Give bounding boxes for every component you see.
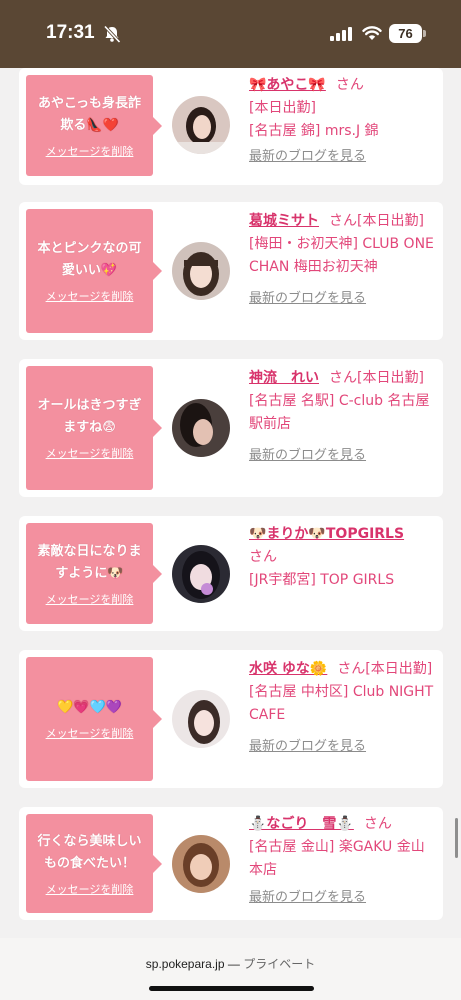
status-bar: 17:31 76 [0, 0, 461, 68]
message-bubble: 素敵な日になりますように🐶 メッセージを削除 [26, 523, 162, 624]
favorite-card: 行くなら美味しいもの食べたい！ メッセージを削除 ⛄なごり 雪⛄ さん [名古屋 … [19, 807, 443, 920]
cast-info: 水咲 ゆな🌼 さん[本日出勤] [名古屋 中村区] Club NIGHT CAFE… [249, 658, 437, 758]
cast-name-link[interactable]: 🐶まりか🐶TOPGIRLS [249, 526, 404, 542]
delete-message-link[interactable]: メッセージを削除 [46, 445, 134, 461]
private-mode-label: プライベート [243, 957, 316, 971]
delete-message-link[interactable]: メッセージを削除 [46, 143, 134, 159]
san-label: さん[本日出勤] [329, 213, 424, 229]
cast-detail: [本日出勤] [249, 100, 316, 116]
cast-detail: [名古屋 名駅] C-club 名古屋駅前店 [249, 393, 430, 432]
cast-info: 🎀あやこ🎀 さん [本日出勤] [名古屋 錦] mrs.J 錦 最新のブログを見る [249, 74, 437, 168]
url-display[interactable]: sp.pokepara.jp — プライベート [0, 955, 461, 972]
san-label: さん[本日出勤] [337, 661, 433, 677]
signal-icon [330, 27, 352, 41]
cast-info: 🐶まりか🐶TOPGIRLS さん [JR宇都宮] TOP GIRLS [249, 523, 437, 592]
cast-detail: [名古屋 中村区] Club NIGHT CAFE [249, 684, 434, 723]
san-label: さん [335, 77, 364, 93]
cast-detail: [名古屋 金山] 楽GAKU 金山本店 [249, 839, 425, 878]
avatar[interactable] [172, 399, 230, 457]
san-label: さん [363, 816, 392, 832]
cast-detail: [JR宇都宮] TOP GIRLS [249, 572, 395, 588]
battery-icon: 76 [389, 24, 422, 43]
favorite-card: 本とピンクなの可愛いい💖 メッセージを削除 葛城ミサト さん[本日出勤] [梅田・… [19, 202, 443, 340]
message-bubble: あやこっも身長詐欺る👠❤️ メッセージを削除 [26, 75, 162, 176]
cast-name-link[interactable]: 神流 れい [249, 370, 319, 386]
blog-link[interactable]: 最新のブログを見る [249, 287, 366, 310]
status-time: 17:31 [46, 22, 95, 43]
message-text: 行くなら美味しいもの食べたい！ [37, 833, 142, 871]
message-text: 本とピンクなの可愛いい💖 [37, 241, 142, 278]
scrollbar-thumb[interactable] [455, 818, 458, 858]
message-text: あやこっも身長詐欺る👠❤️ [37, 95, 142, 133]
url-separator: — [224, 957, 244, 971]
url-domain: sp.pokepara.jp [145, 957, 225, 971]
favorite-card: オールはきつすぎますね😨 メッセージを削除 神流 れい さん[本日出勤] [名古屋… [19, 359, 443, 497]
favorite-card: あやこっも身長詐欺る👠❤️ メッセージを削除 🎀あやこ🎀 さん [本日出勤] [名… [19, 68, 443, 185]
blog-link[interactable]: 最新のブログを見る [249, 145, 366, 168]
san-label: さん [249, 549, 277, 565]
message-bubble: 行くなら美味しいもの食べたい！ メッセージを削除 [26, 814, 162, 913]
delete-message-link[interactable]: メッセージを削除 [46, 725, 134, 741]
wifi-icon [362, 26, 382, 40]
avatar[interactable] [172, 690, 230, 748]
avatar[interactable] [172, 545, 230, 603]
favorite-card: 素敵な日になりますように🐶 メッセージを削除 🐶まりか🐶TOPGIRLS さん … [19, 516, 443, 631]
message-bubble: オールはきつすぎますね😨 メッセージを削除 [26, 366, 162, 490]
message-text: オールはきつすぎますね😨 [37, 398, 142, 435]
cast-name-link[interactable]: 葛城ミサト [249, 213, 319, 229]
message-bubble: 💛💗🩵💜 メッセージを削除 [26, 657, 162, 781]
cast-info: 葛城ミサト さん[本日出勤] [梅田・お初天神] CLUB ONE CHAN 梅田… [249, 210, 437, 310]
message-text: 💛💗🩵💜 [57, 700, 122, 715]
blog-link[interactable]: 最新のブログを見る [249, 886, 366, 909]
cast-info: ⛄なごり 雪⛄ さん [名古屋 金山] 楽GAKU 金山本店 最新のブログを見る [249, 813, 437, 909]
cast-info: 神流 れい さん[本日出勤] [名古屋 名駅] C-club 名古屋駅前店 最新の… [249, 367, 437, 467]
avatar[interactable] [172, 96, 230, 154]
avatar[interactable] [172, 242, 230, 300]
delete-message-link[interactable]: メッセージを削除 [46, 881, 134, 897]
cast-name-link[interactable]: ⛄なごり 雪⛄ [249, 816, 354, 832]
home-indicator[interactable] [149, 986, 314, 991]
avatar[interactable] [172, 835, 230, 893]
cast-detail: [名古屋 錦] mrs.J 錦 [249, 123, 379, 139]
blog-link[interactable]: 最新のブログを見る [249, 735, 366, 758]
blog-link[interactable]: 最新のブログを見る [249, 444, 366, 467]
cast-name-link[interactable]: 水咲 ゆな🌼 [249, 661, 327, 677]
delete-message-link[interactable]: メッセージを削除 [46, 288, 134, 304]
favorite-card: 💛💗🩵💜 メッセージを削除 水咲 ゆな🌼 さん[本日出勤] [名古屋 中村区] C… [19, 650, 443, 788]
cast-detail: [梅田・お初天神] CLUB ONE CHAN 梅田お初天神 [249, 236, 434, 275]
delete-message-link[interactable]: メッセージを削除 [46, 591, 134, 607]
message-text: 素敵な日になりますように🐶 [37, 543, 142, 581]
san-label: さん[本日出勤] [329, 370, 424, 386]
bell-slash-icon [103, 25, 121, 44]
battery-nub [423, 30, 426, 37]
cast-name-link[interactable]: 🎀あやこ🎀 [249, 77, 326, 93]
message-bubble: 本とピンクなの可愛いい💖 メッセージを削除 [26, 209, 162, 333]
